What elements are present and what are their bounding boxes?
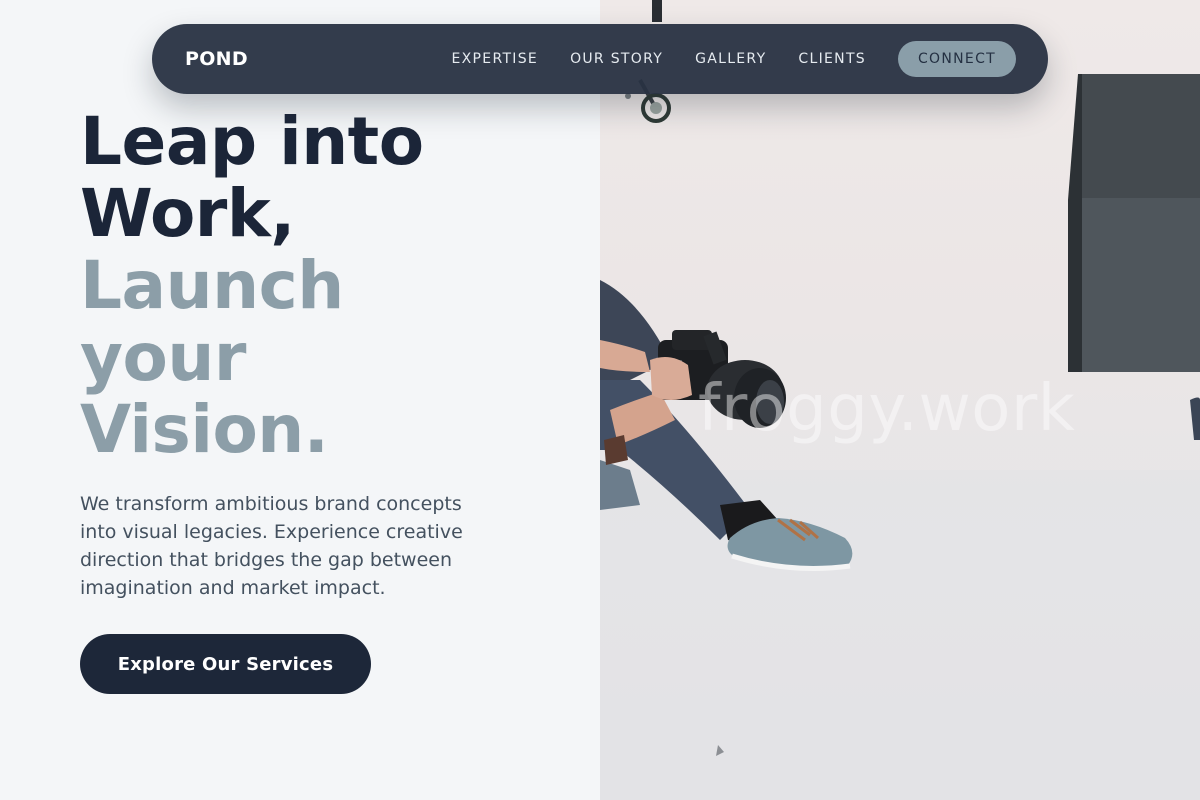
headline-line-1: Leap into (80, 103, 424, 180)
headline-line-3: Launch (80, 247, 344, 324)
hero-description: We transform ambitious brand concepts in… (80, 493, 463, 599)
nav-link-our-story[interactable]: OUR STORY (570, 51, 663, 67)
hero-section: Leap into Work, Launch your Vision. We t… (80, 106, 580, 694)
brand-logo[interactable]: POND (185, 48, 248, 70)
connect-button[interactable]: CONNECT (897, 41, 1016, 77)
nav-link-gallery[interactable]: GALLERY (695, 51, 766, 67)
headline-line-4: your (80, 319, 246, 396)
nav-links: EXPERTISE OUR STORY GALLERY CLIENTS (452, 51, 866, 67)
headline-line-5: Vision. (80, 391, 329, 468)
explore-services-button[interactable]: Explore Our Services (80, 634, 371, 694)
nav-link-expertise[interactable]: EXPERTISE (452, 51, 539, 67)
headline-line-2: Work, (80, 175, 295, 252)
watermark-text: froggy.work (698, 372, 1076, 446)
nav-link-clients[interactable]: CLIENTS (798, 51, 866, 67)
top-navbar: POND EXPERTISE OUR STORY GALLERY CLIENTS… (152, 24, 1048, 94)
hero-headline: Leap into Work, Launch your Vision. (80, 106, 580, 466)
